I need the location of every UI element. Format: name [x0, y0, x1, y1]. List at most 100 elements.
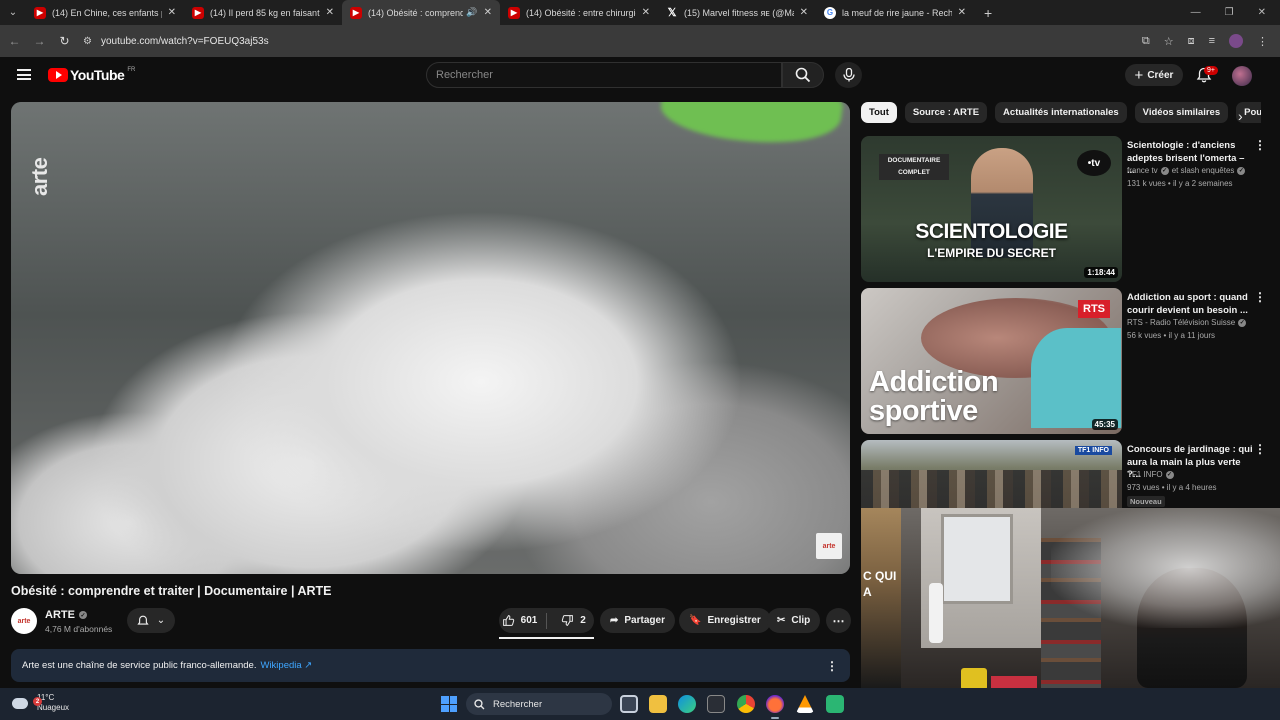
weather-widget[interactable]: 2 11°C Nuageux: [12, 693, 69, 713]
edge-browser-icon[interactable]: [678, 695, 696, 713]
browser-tab-4[interactable]: ▶ (14) Obésité : entre chirurgie et ✕: [500, 0, 658, 25]
new-tab-button[interactable]: +: [974, 5, 1002, 21]
thumbnail-title: Addiction sportive: [869, 366, 999, 427]
close-window-icon[interactable]: ✕: [1258, 7, 1266, 18]
url-field[interactable]: ⚙ youtube.com/watch?v=FOEUQ3aj53s: [83, 30, 1113, 52]
taskbar-search[interactable]: Rechercher: [466, 693, 612, 715]
video-thumbnail[interactable]: RTS Addiction sportive 45:35: [861, 288, 1122, 434]
browser-tab-6[interactable]: G la meuf de rire jaune - Recherc ✕: [816, 0, 974, 25]
media-control-icon[interactable]: ≡: [1209, 35, 1215, 47]
suggested-channel[interactable]: france tv ✓ et slash enquêtes ✓: [1127, 166, 1246, 175]
clip-button[interactable]: ✂ Clip: [767, 608, 821, 633]
chip-international-news[interactable]: Actualités internationales: [995, 102, 1127, 123]
maximize-icon[interactable]: ❐: [1225, 7, 1234, 18]
browser-tab-3-active[interactable]: ▶ (14) Obésité : comprendre 🔊 ✕: [342, 0, 500, 25]
close-tab-icon[interactable]: ✕: [958, 7, 966, 18]
channel-avatar[interactable]: arte: [11, 608, 37, 634]
thumbnail-crowd: [861, 470, 1122, 508]
more-options-icon[interactable]: ⋮: [1254, 290, 1266, 304]
suggested-video-3[interactable]: TF1 INFO Concours de jardinage : qui aur…: [861, 440, 1266, 508]
close-tab-icon[interactable]: ✕: [484, 7, 492, 18]
youtube-header: YouTube FR Rechercher + Créer 9+: [0, 57, 1280, 93]
video-thumbnail[interactable]: TF1 INFO: [861, 440, 1122, 508]
subscription-bell-button[interactable]: ⌄: [127, 608, 175, 633]
video-duration: 45:35: [1091, 419, 1118, 430]
browser-tab-2[interactable]: ▶ (14) Il perd 85 kg en faisant de ✕: [184, 0, 342, 25]
chip-all[interactable]: Tout: [861, 102, 897, 123]
more-actions-button[interactable]: ⋯: [826, 608, 851, 633]
thumbnail-title: SCIENTOLOGIE: [915, 220, 1068, 243]
close-tab-icon[interactable]: ✕: [168, 7, 176, 18]
back-arrow-icon[interactable]: ←: [2, 34, 27, 48]
close-tab-icon[interactable]: ✕: [642, 7, 650, 18]
suggested-video-4-thumbnail[interactable]: C QUI A: [861, 508, 901, 688]
tab-search-dropdown[interactable]: ⌄: [0, 0, 26, 25]
create-button[interactable]: + Créer: [1125, 64, 1183, 86]
thumbnail-subtitle: L'EMPIRE DU SECRET: [927, 246, 1056, 260]
task-view-icon[interactable]: [620, 695, 638, 713]
search-button[interactable]: [782, 62, 824, 88]
menu-hamburger-icon[interactable]: [17, 69, 31, 80]
banner-more-icon[interactable]: ⋮: [826, 659, 838, 673]
minimize-icon[interactable]: —: [1191, 7, 1201, 18]
webcam-overlay: [901, 508, 1280, 688]
file-explorer-icon[interactable]: [649, 695, 667, 713]
streaming-app-icon[interactable]: [826, 695, 844, 713]
thumbnail-title: C QUI A: [863, 569, 897, 599]
browser-tab-1[interactable]: ▶ (14) En Chine, ces enfants porte ✕: [26, 0, 184, 25]
logo-text: YouTube: [70, 67, 125, 83]
install-app-icon[interactable]: ⧉: [1142, 35, 1150, 48]
suggested-channel[interactable]: RTS - Radio Télévision Suisse ✓: [1127, 318, 1247, 327]
wikipedia-link[interactable]: Wikipedia ↗: [260, 660, 312, 671]
extensions-icon[interactable]: ⧈: [1188, 35, 1195, 48]
account-avatar[interactable]: [1232, 66, 1252, 86]
vlc-icon[interactable]: [796, 695, 814, 713]
url-text: youtube.com/watch?v=FOEUQ3aj53s: [101, 35, 269, 47]
chrome-icon[interactable]: [737, 695, 755, 713]
chip-source-arte[interactable]: Source : ARTE: [904, 102, 988, 123]
voice-search-button[interactable]: [835, 62, 862, 88]
tab-title: (14) Obésité : entre chirurgie et: [526, 7, 636, 18]
video-player[interactable]: arte arte: [11, 102, 850, 574]
share-arrow-icon: ➦: [610, 615, 619, 626]
dislike-count: 2: [580, 615, 586, 626]
suggested-video-2[interactable]: RTS Addiction sportive 45:35 Addiction a…: [861, 288, 1266, 434]
more-options-icon[interactable]: ⋮: [1254, 442, 1266, 456]
reload-icon[interactable]: ↻: [52, 34, 77, 48]
share-button[interactable]: ➦ Partager: [600, 608, 675, 633]
webcam-cup: [961, 668, 987, 688]
bookmark-icon: 🔖: [689, 615, 702, 626]
chip-similar-videos[interactable]: Vidéos similaires: [1134, 102, 1229, 123]
bookmark-star-icon[interactable]: ☆: [1164, 35, 1174, 48]
suggested-title[interactable]: Addiction au sport : quand courir devien…: [1127, 292, 1253, 317]
chips-next-chevron-icon[interactable]: ›: [1238, 108, 1243, 124]
verified-check-icon: ✓: [78, 611, 87, 619]
microsoft-store-icon[interactable]: [707, 695, 725, 713]
speaker-icon[interactable]: 🔊: [466, 7, 477, 18]
tf1-info-logo: TF1 INFO: [1074, 446, 1112, 455]
thumbnail-badge: DOCUMENTAIRE COMPLET: [879, 154, 949, 180]
browser-menu-icon[interactable]: ⋮: [1257, 35, 1268, 48]
video-thumbnail[interactable]: DOCUMENTAIRE COMPLET •tv SCIENTOLOGIE L'…: [861, 136, 1122, 282]
profile-avatar[interactable]: [1229, 34, 1243, 48]
close-tab-icon[interactable]: ✕: [800, 7, 808, 18]
suggested-video-1[interactable]: DOCUMENTAIRE COMPLET •tv SCIENTOLOGIE L'…: [861, 136, 1266, 282]
site-info-icon[interactable]: ⚙: [83, 36, 101, 47]
save-button[interactable]: 🔖 Enregistrer: [679, 608, 771, 633]
search-input[interactable]: Rechercher: [426, 62, 782, 88]
like-button[interactable]: 601: [499, 608, 540, 633]
more-options-icon[interactable]: ⋮: [1254, 138, 1266, 152]
forward-arrow-icon[interactable]: →: [27, 34, 52, 48]
browser-tab-5[interactable]: 𝕏 (15) Marvel fitness ᴙᴇ (@Marvel ✕: [658, 0, 816, 25]
dislike-button[interactable]: 2: [553, 608, 594, 633]
arte-channel-logo[interactable]: arte: [816, 533, 842, 559]
suggested-channel[interactable]: TF1 INFO ✓: [1127, 470, 1174, 479]
webcam-box: [991, 676, 1037, 688]
firefox-icon[interactable]: [766, 695, 784, 719]
close-tab-icon[interactable]: ✕: [326, 7, 334, 18]
youtube-play-icon: [48, 68, 68, 82]
channel-name-row[interactable]: ARTE ✓: [45, 609, 87, 621]
youtube-logo[interactable]: YouTube FR: [48, 67, 135, 83]
windows-start-icon[interactable]: [441, 696, 457, 712]
channel-name: TF1 INFO: [1127, 470, 1163, 479]
